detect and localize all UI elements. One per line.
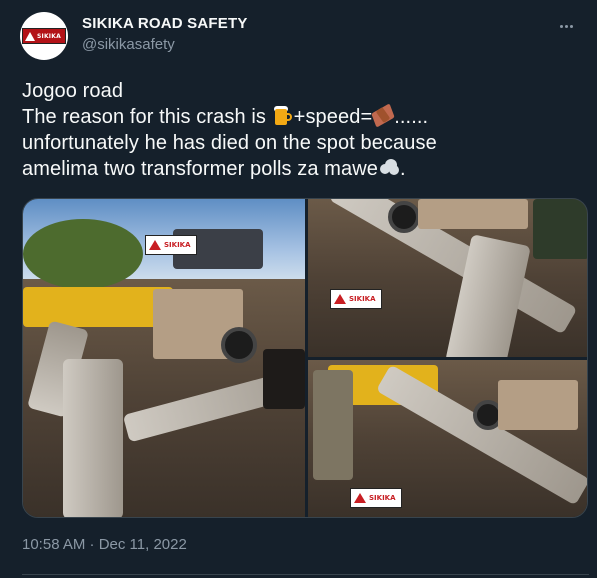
tweet-line-1: Jogoo road — [22, 80, 124, 102]
watermark-text: SIKIKA — [369, 494, 396, 502]
photo-bottom-right[interactable]: SIKIKA — [308, 360, 587, 517]
photo-top-right[interactable]: SIKIKA — [308, 199, 587, 357]
warning-triangle-icon — [149, 240, 161, 250]
warning-triangle-icon — [25, 31, 35, 41]
sikika-logo: SIKIKA — [22, 28, 66, 44]
photo-left[interactable]: SIKIKA — [23, 199, 305, 517]
sikika-watermark: SIKIKA — [330, 289, 382, 309]
tweet-line-3: unfortunately he has died on the spot be… — [22, 132, 437, 154]
warning-triangle-icon — [334, 294, 346, 304]
tweet-timestamp[interactable]: 10:58 AM · Dec 11, 2022 — [22, 536, 187, 553]
avatar[interactable]: SIKIKA — [20, 12, 68, 60]
sikika-watermark: SIKIKA — [350, 488, 402, 508]
watermark-text: SIKIKA — [164, 241, 191, 249]
divider — [22, 574, 589, 575]
more-options-icon[interactable] — [555, 16, 577, 36]
media-grid: SIKIKA SIKIKA SIKIKA — [22, 198, 588, 518]
tweet-header: SIKIKA SIKIKA ROAD SAFETY @sikikasafety — [20, 10, 577, 60]
tweet-line-4: amelima two transformer polls za mawe. — [22, 156, 582, 182]
avatar-logo-text: SIKIKA — [37, 32, 61, 40]
tweet-line-2-a: The reason for this crash is — [22, 106, 272, 128]
tweet-text: Jogoo road The reason for this crash is … — [22, 78, 582, 182]
beer-mugs-icon — [272, 104, 294, 126]
sikika-watermark: SIKIKA — [145, 235, 197, 255]
account-names: SIKIKA ROAD SAFETY @sikikasafety — [82, 14, 248, 55]
warning-triangle-icon — [354, 493, 366, 503]
display-name[interactable]: SIKIKA ROAD SAFETY — [82, 14, 248, 34]
tweet-line-2-c: ...... — [394, 106, 429, 128]
tweet-line-4-a: amelima two transformer polls za mawe — [22, 158, 379, 180]
rock-icon — [378, 156, 400, 178]
watermark-text: SIKIKA — [349, 295, 376, 303]
tweet-line-2-b: +speed= — [293, 106, 373, 128]
tweet-line-2: The reason for this crash is +speed=....… — [22, 103, 582, 130]
tweet-line-4-b: . — [400, 158, 406, 180]
coffin-icon — [371, 103, 395, 128]
tweet-card: SIKIKA SIKIKA ROAD SAFETY @sikikasafety … — [0, 0, 597, 578]
account-handle[interactable]: @sikikasafety — [82, 35, 248, 55]
